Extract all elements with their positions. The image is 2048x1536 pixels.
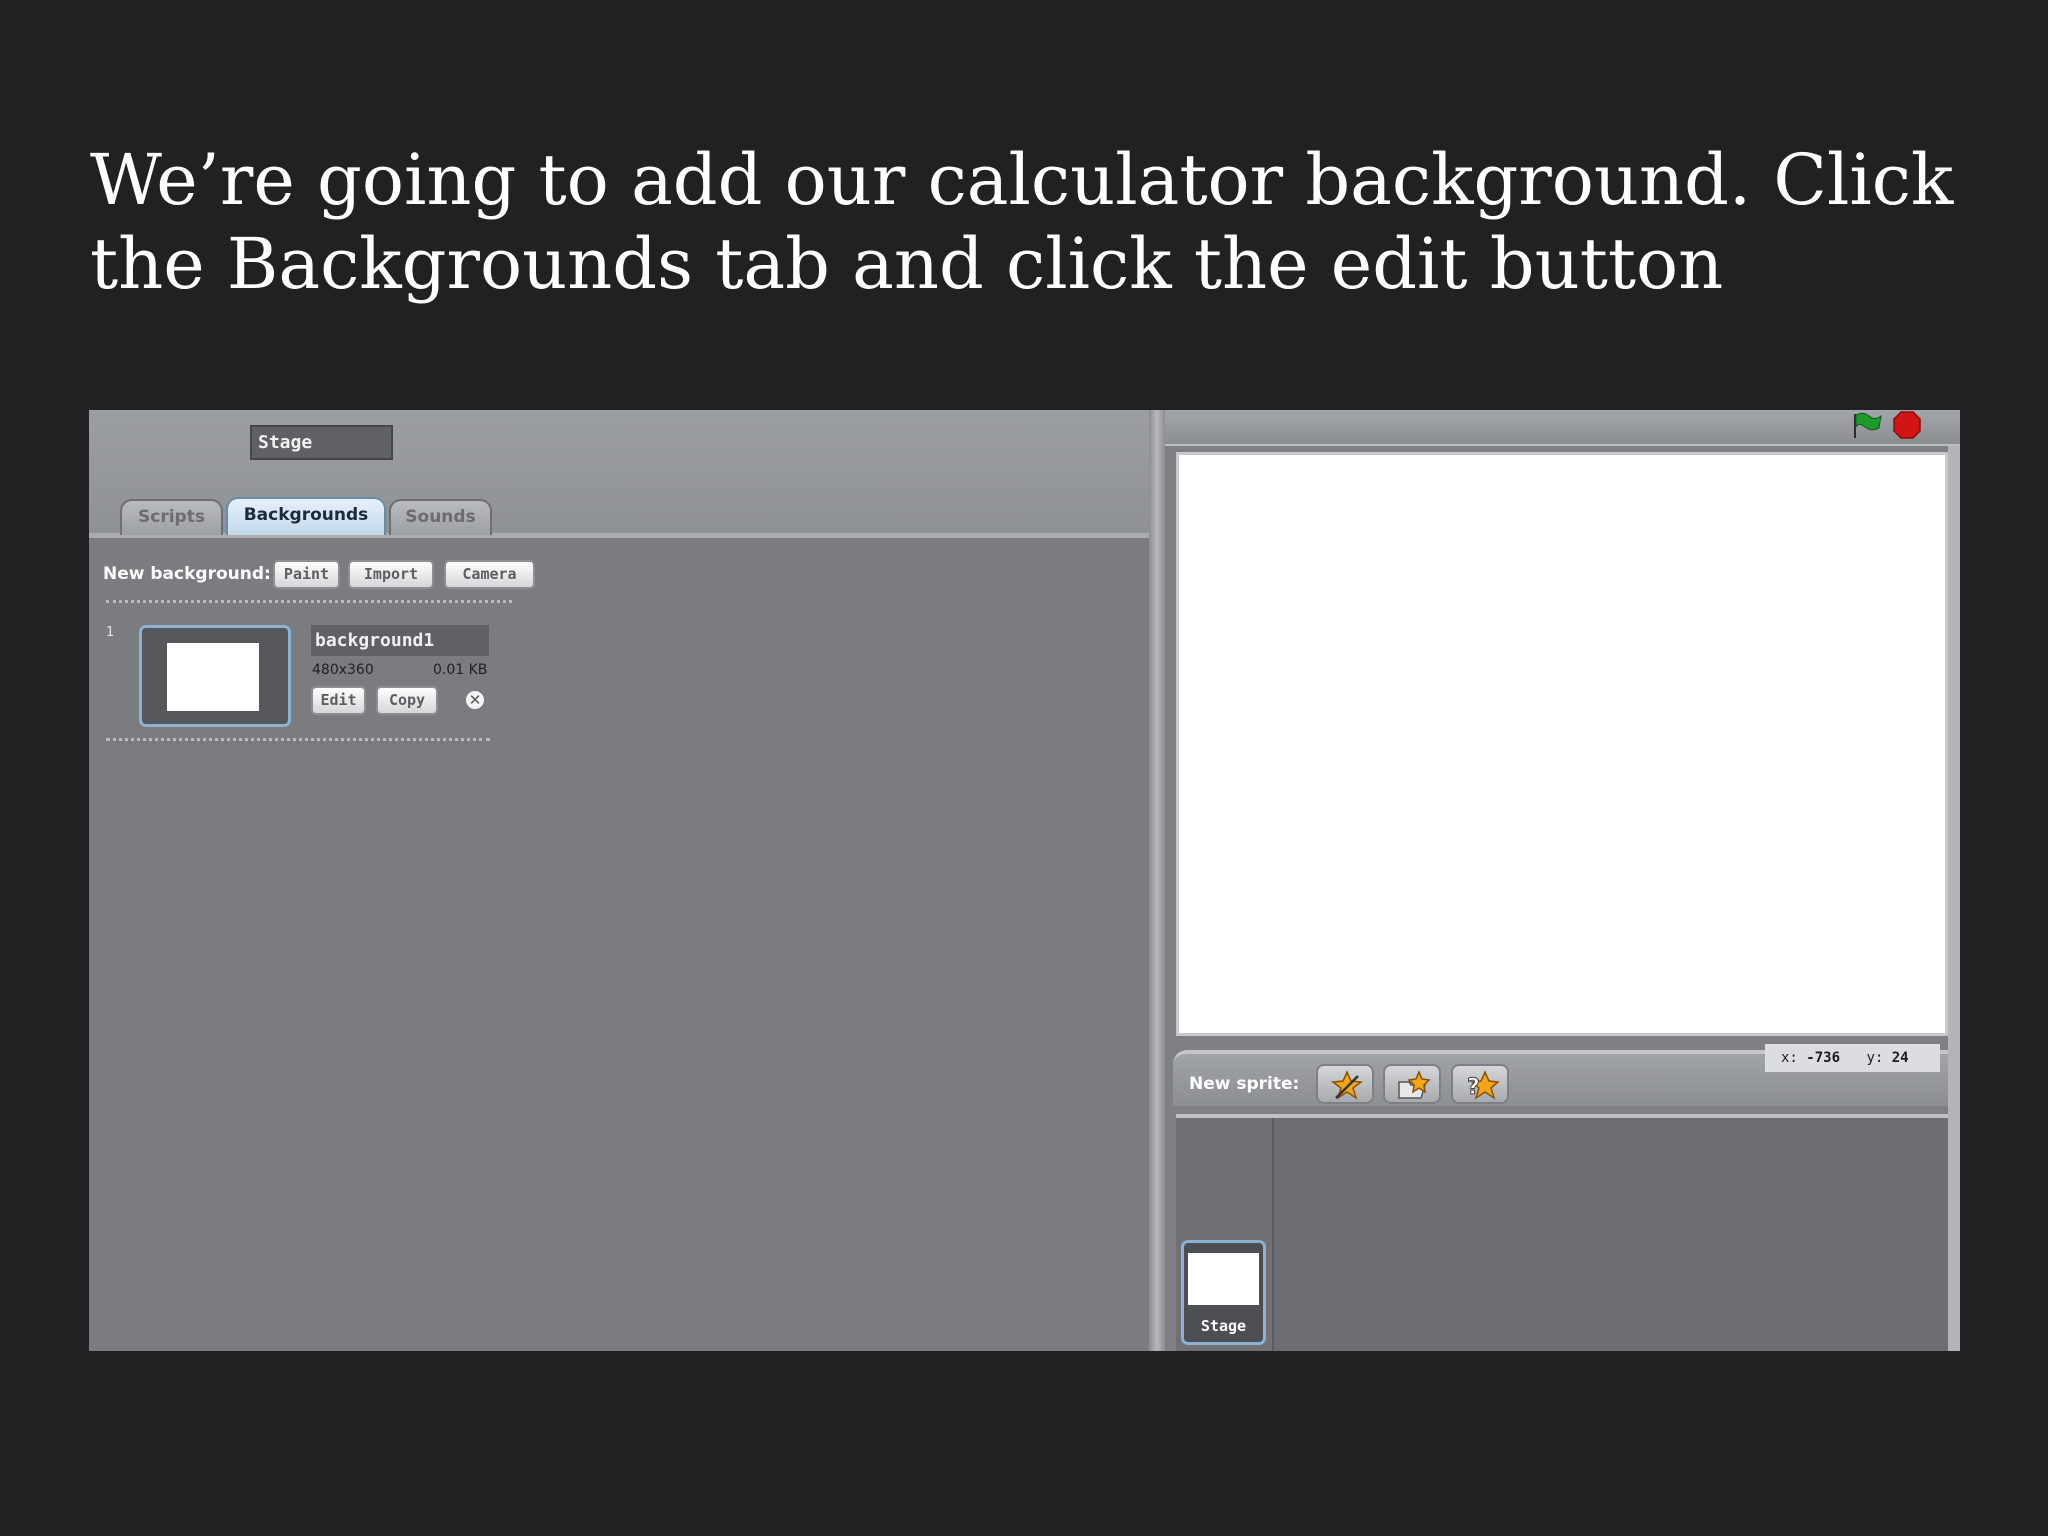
y-label: y: (1866, 1050, 1884, 1066)
costume-number: 1 (106, 625, 115, 640)
object-name-field[interactable]: Stage (250, 425, 393, 460)
choose-sprite-file-icon[interactable] (1383, 1064, 1441, 1104)
left-panel: Stage Scripts Backgrounds Sounds New bac… (89, 410, 1149, 1351)
costume-dimensions: 480x360 (312, 662, 374, 678)
costume-name-field[interactable]: background1 (311, 625, 489, 656)
costume-size: 0.01 KB (433, 662, 488, 678)
copy-button[interactable]: Copy (376, 686, 438, 715)
slide-title-line-2: the Backgrounds tab and click the edit b… (90, 223, 1724, 305)
scratch-screenshot: Stage Scripts Backgrounds Sounds New bac… (89, 410, 1960, 1351)
object-header: Stage Scripts Backgrounds Sounds (89, 410, 1149, 538)
panel-divider[interactable] (1149, 410, 1165, 1351)
camera-button[interactable]: Camera (444, 560, 535, 589)
slide-title: We’re going to add our calculator backgr… (90, 138, 1970, 306)
import-button[interactable]: Import (348, 560, 434, 589)
stage-thumbnail-image (1188, 1253, 1259, 1305)
random-sprite-icon[interactable]: ? (1451, 1064, 1509, 1104)
svg-text:?: ? (1467, 1075, 1480, 1100)
tab-backgrounds[interactable]: Backgrounds (226, 497, 386, 535)
stage-thumbnail[interactable]: Stage (1181, 1240, 1266, 1345)
background-thumbnail-image (167, 643, 259, 711)
stage-toolbar (1165, 410, 1960, 446)
dotted-divider (106, 738, 490, 741)
edit-button[interactable]: Edit (311, 686, 366, 715)
slide-title-line-1: We’re going to add our calculator backgr… (90, 139, 1954, 221)
tab-scripts[interactable]: Scripts (120, 499, 223, 535)
green-flag-icon[interactable] (1851, 410, 1883, 440)
stage-column: Stage (1176, 1118, 1274, 1351)
dotted-divider (106, 600, 512, 603)
mouse-coordinates: x: -736 y: 24 (1765, 1044, 1940, 1072)
new-sprite-label: New sprite: (1189, 1074, 1300, 1094)
x-label: x: (1781, 1050, 1798, 1066)
tab-sounds[interactable]: Sounds (389, 499, 492, 535)
sprite-list: Stage (1176, 1114, 1948, 1351)
right-panel: New sprite: ? x: -736 y: 24 Stage (1165, 410, 1960, 1351)
paint-button[interactable]: Paint (273, 560, 340, 589)
new-background-label: New background: (103, 564, 271, 584)
background-thumbnail[interactable] (139, 625, 291, 727)
y-value: 24 (1891, 1050, 1909, 1066)
close-circle-icon[interactable]: ✕ (464, 689, 486, 711)
stage-thumbnail-label: Stage (1200, 1317, 1247, 1335)
stage-canvas[interactable] (1176, 452, 1948, 1036)
stop-sign-icon[interactable] (1892, 410, 1922, 440)
paint-new-sprite-icon[interactable] (1316, 1064, 1374, 1104)
right-edge (1948, 446, 1960, 1351)
x-value: -736 (1806, 1050, 1841, 1066)
